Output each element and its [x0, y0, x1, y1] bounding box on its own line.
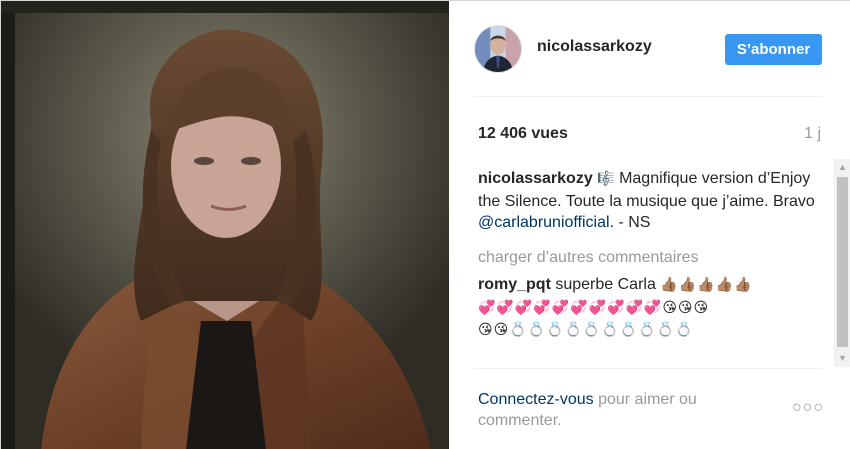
comment-text: superbe Carla: [550, 276, 661, 293]
scroll-up-icon[interactable]: ▲: [834, 159, 850, 176]
load-more-comments-link[interactable]: charger d’autres commentaires: [478, 247, 818, 269]
comment-emoji-line-2: 💞💞💞💞💞💞💞💞💞💞😘😘😘: [478, 299, 710, 316]
more-options-icon[interactable]: ○○○: [792, 399, 824, 417]
follow-button[interactable]: S’abonner: [725, 34, 822, 65]
avatar[interactable]: [474, 25, 522, 73]
scroll-thumb[interactable]: [837, 177, 848, 347]
caption-author[interactable]: nicolassarkozy: [478, 170, 593, 187]
list-item: romy_pqt superbe Carla 👍🏽👍🏽👍🏽👍🏽👍🏽 💞💞💞💞💞💞…: [478, 274, 818, 342]
comment-emoji: 👍🏽👍🏽👍🏽👍🏽👍🏽: [660, 277, 753, 293]
post-side-panel: nicolassarkozy S’abonner 12 406 vues 1 j…: [449, 1, 850, 449]
post-video[interactable]: [1, 1, 449, 449]
comments-section[interactable]: nicolassarkozy 🎼 Magnifique version d’En…: [449, 161, 850, 367]
comment-author[interactable]: romy_pqt: [478, 276, 551, 293]
post-stats: 12 406 vues 1 j: [449, 113, 850, 153]
post-timestamp[interactable]: 1 j: [804, 125, 821, 143]
video-frame-image: [1, 1, 449, 449]
view-count[interactable]: 12 406 vues: [478, 125, 568, 143]
instagram-post-embed: nicolassarkozy S’abonner 12 406 vues 1 j…: [0, 0, 850, 449]
avatar-image: [475, 26, 521, 72]
post-footer: Connectez-vous pour aimer ou commenter. …: [449, 381, 850, 449]
post-header: nicolassarkozy S’abonner: [449, 1, 850, 96]
scroll-down-icon[interactable]: ▼: [834, 350, 850, 367]
caption-text-end: . - NS: [609, 214, 651, 231]
header-divider: [474, 96, 822, 97]
post-author-username[interactable]: nicolassarkozy: [537, 38, 652, 56]
comment-emoji-line-3: 😘😘💍💍💍💍💍💍💍💍💍💍: [478, 322, 694, 338]
music-score-icon: 🎼: [597, 171, 615, 187]
footer-divider: [474, 368, 822, 369]
comments-scrollbar[interactable]: ▲ ▼: [834, 159, 850, 367]
login-link[interactable]: Connectez-vous: [478, 391, 594, 408]
mention-link[interactable]: @carlabrunio​fficial: [478, 214, 610, 231]
post-caption: nicolassarkozy 🎼 Magnifique version d’En…: [478, 168, 818, 234]
login-prompt: Connectez-vous pour aimer ou commenter.: [478, 389, 758, 431]
